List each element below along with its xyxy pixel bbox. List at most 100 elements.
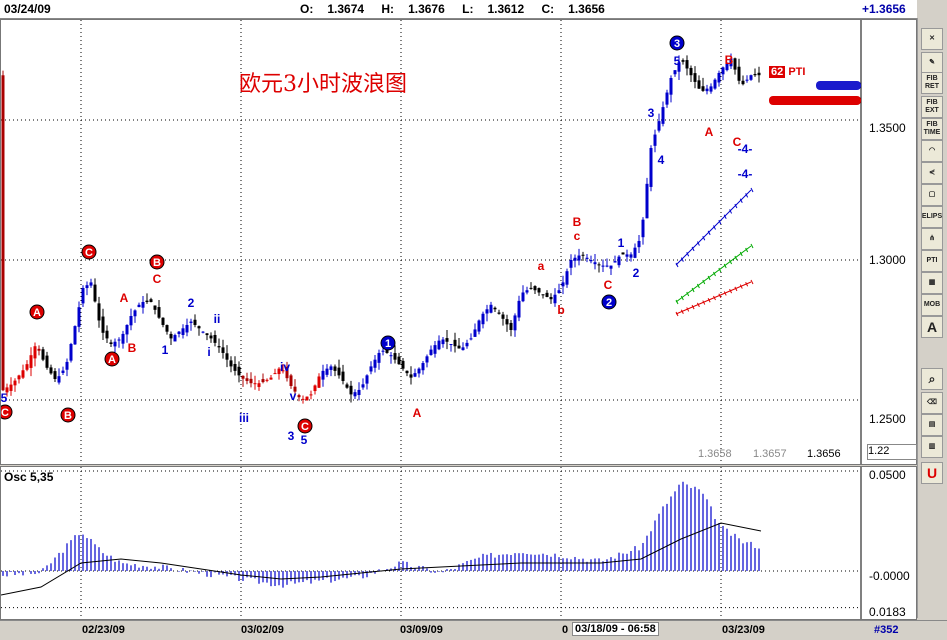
candle-body bbox=[577, 255, 581, 261]
candle-body bbox=[657, 121, 661, 131]
candle-body bbox=[253, 383, 257, 385]
zoom-icon[interactable]: ⌕ bbox=[921, 368, 943, 390]
candle-body bbox=[189, 321, 193, 323]
square-icon[interactable]: ▢ bbox=[921, 184, 943, 206]
candle-body bbox=[617, 256, 621, 266]
ellipse-button[interactable]: ELIPS bbox=[921, 206, 943, 228]
candle-body bbox=[445, 338, 449, 342]
candle-body bbox=[601, 265, 605, 267]
x-label-2: 03/02/09 bbox=[241, 624, 284, 636]
candle-body bbox=[313, 385, 317, 392]
candle-body bbox=[717, 72, 721, 83]
wave-label: A bbox=[413, 406, 422, 420]
candle-body bbox=[685, 60, 689, 69]
fib-time-button[interactable]: FIB TIME bbox=[921, 118, 943, 140]
candle-body bbox=[645, 183, 649, 219]
pitchfork-icon[interactable]: ⋔ bbox=[921, 228, 943, 250]
candle-body bbox=[381, 350, 385, 352]
close-icon[interactable]: ✕ bbox=[921, 28, 943, 50]
candle-body bbox=[65, 361, 69, 370]
pti-badge[interactable]: 62 PTI bbox=[769, 66, 805, 78]
stack-icon[interactable]: ▥ bbox=[921, 436, 943, 458]
candle-body bbox=[757, 72, 761, 76]
candle-body bbox=[345, 384, 349, 388]
eraser-icon[interactable]: ⌫ bbox=[921, 392, 943, 414]
candle-body bbox=[417, 368, 421, 374]
mob-button[interactable]: MOB bbox=[921, 294, 943, 316]
low-value: 1.3612 bbox=[487, 2, 525, 16]
osc-label: Osc 5,35 bbox=[4, 470, 54, 484]
wave-label: A bbox=[705, 125, 714, 139]
candle-body bbox=[37, 348, 41, 351]
readout-1: 1.3658 bbox=[698, 448, 732, 460]
oscillator-panel[interactable]: Osc 5,35 0.0500 -0.0000 0.0183 bbox=[0, 466, 917, 620]
fib-ret-button[interactable]: FIB RET bbox=[921, 72, 943, 94]
candle-body bbox=[497, 312, 501, 314]
candle-body bbox=[525, 290, 529, 293]
osc-tick-3: 0.0183 bbox=[869, 605, 906, 619]
candle-body bbox=[329, 366, 333, 370]
wave-label-circled: A bbox=[33, 307, 41, 319]
layers-icon[interactable]: ▤ bbox=[921, 414, 943, 436]
pencil-icon[interactable]: ✎ bbox=[921, 52, 943, 74]
price-chart-panel[interactable]: C A A B C B C 1 2 3 A B C Aa b Bc C A B C 5 1 2 ii i iii iv v 3 5 1 2 3 4… bbox=[0, 19, 917, 465]
candle-body bbox=[713, 79, 717, 89]
grid-icon[interactable]: ▦ bbox=[921, 272, 943, 294]
candle-body bbox=[669, 78, 673, 95]
candle-body bbox=[581, 254, 585, 256]
candle-body bbox=[57, 376, 61, 383]
candle-body bbox=[165, 325, 169, 332]
date-readout: 03/24/09 bbox=[4, 2, 51, 16]
candle-body bbox=[101, 316, 105, 333]
wave-label: v bbox=[290, 389, 297, 403]
oscillator-chart[interactable] bbox=[1, 467, 916, 619]
candle-body bbox=[749, 75, 753, 80]
candle-body bbox=[21, 370, 25, 378]
candle-body bbox=[73, 326, 77, 345]
wave-label: B bbox=[128, 341, 137, 355]
wave-label: -4- bbox=[738, 167, 753, 181]
candle-body bbox=[289, 375, 293, 386]
candle-body bbox=[261, 379, 265, 383]
projection-tick bbox=[750, 187, 754, 193]
candle-body bbox=[533, 286, 537, 291]
candle-body bbox=[265, 379, 269, 381]
fib-ext-button[interactable]: FIB EXT bbox=[921, 96, 943, 118]
fan-lines-icon[interactable]: ⋞ bbox=[921, 162, 943, 184]
candle-body bbox=[693, 73, 697, 82]
osc-histogram bbox=[2, 481, 760, 588]
candle-body bbox=[457, 345, 461, 349]
osc-tick-1: 0.0500 bbox=[869, 468, 906, 482]
wave-label: 5 bbox=[1, 391, 8, 405]
candle-body bbox=[145, 300, 149, 302]
candle-body bbox=[705, 88, 709, 92]
change-readout: +1.3656 bbox=[862, 2, 906, 16]
candle-body bbox=[129, 316, 133, 326]
wave-label: 5 bbox=[674, 54, 681, 68]
candle-body bbox=[573, 257, 577, 261]
high-label: H: bbox=[381, 2, 395, 16]
candle-body bbox=[637, 240, 641, 248]
candle-body bbox=[673, 70, 677, 75]
candle-body bbox=[97, 303, 101, 321]
fib-fan-icon[interactable]: ◠ bbox=[921, 140, 943, 162]
wave-label: C bbox=[153, 272, 162, 286]
candle-body bbox=[61, 370, 65, 373]
wave-label-circled: 3 bbox=[674, 38, 680, 50]
magnet-button[interactable]: U bbox=[921, 462, 943, 484]
candle-body bbox=[401, 360, 405, 369]
candle-body bbox=[753, 74, 757, 76]
candle-body bbox=[449, 344, 453, 345]
text-tool-button[interactable]: A bbox=[921, 316, 943, 338]
candle-body bbox=[633, 247, 637, 258]
candle-body bbox=[621, 252, 625, 255]
price-chart[interactable]: CAABCBC123ABCAabBcCABC512iiiiiiivv3 51234… bbox=[1, 20, 916, 464]
pti-button[interactable]: PTI bbox=[921, 250, 943, 272]
candle-body bbox=[585, 257, 589, 259]
candle-body bbox=[413, 373, 417, 377]
candle-body bbox=[661, 107, 665, 124]
candle-body bbox=[737, 66, 741, 81]
candle-body bbox=[529, 287, 533, 289]
wave-label: 3 bbox=[648, 106, 655, 120]
candle-body bbox=[485, 309, 489, 314]
